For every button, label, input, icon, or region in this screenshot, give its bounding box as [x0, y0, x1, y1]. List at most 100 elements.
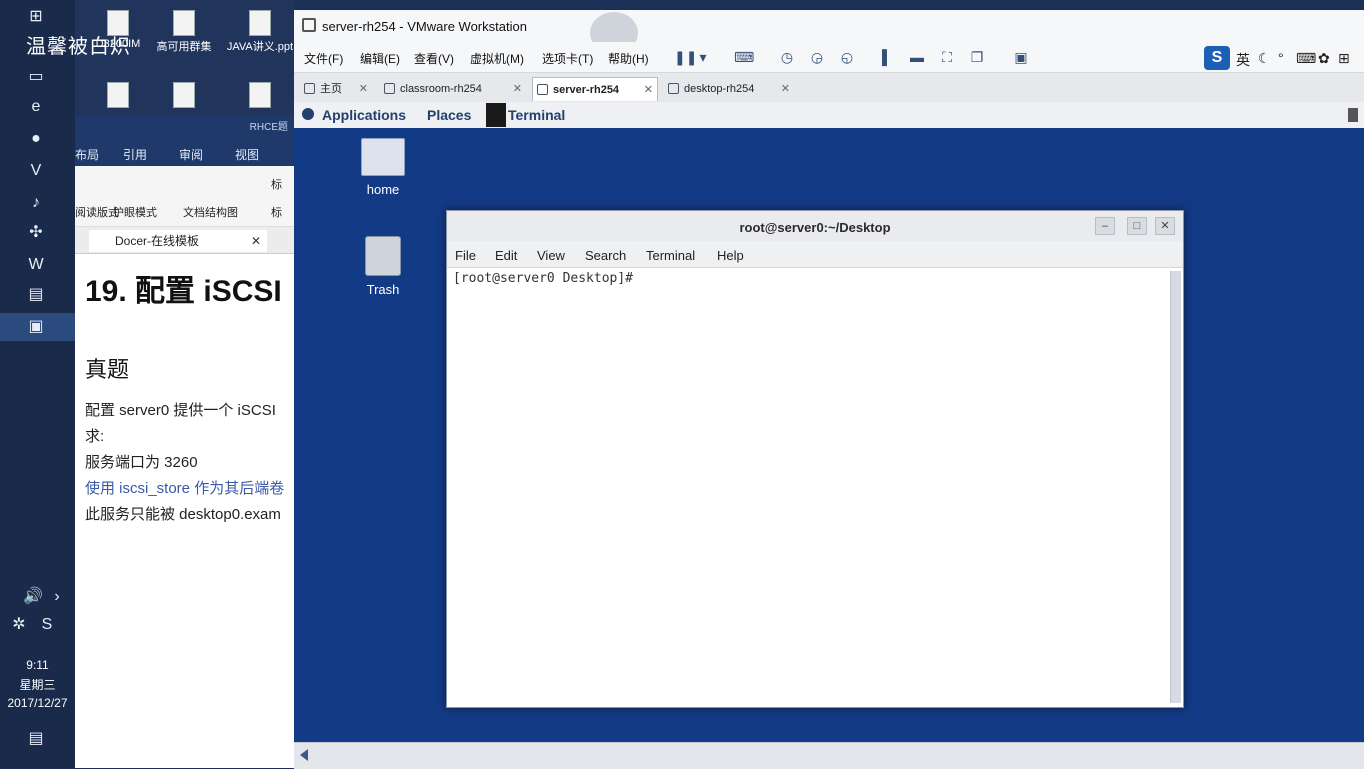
- vm-icon: [384, 83, 395, 94]
- music-icon[interactable]: ♪: [25, 192, 47, 214]
- minimize-button[interactable]: –: [1095, 217, 1115, 235]
- console-view-icon[interactable]: ▬: [908, 48, 926, 66]
- clock-time[interactable]: 9:11: [0, 658, 75, 672]
- ime-mode-label[interactable]: 英: [1236, 50, 1250, 70]
- snapshot-manager-icon[interactable]: ◵: [838, 48, 856, 66]
- maximize-button[interactable]: □: [1127, 217, 1147, 235]
- snapshot-icon[interactable]: ◷: [778, 48, 796, 66]
- desktop-icon-cluster[interactable]: 高可用群集: [149, 10, 219, 54]
- file-explorer-icon[interactable]: ▭: [25, 66, 47, 88]
- desktop-icon-file-2[interactable]: [149, 82, 219, 110]
- ruler-checkbox-label-2[interactable]: 标: [271, 204, 282, 220]
- terminal-icon: [486, 103, 506, 127]
- desktop-icon-label: home: [366, 182, 400, 197]
- fullscreen-icon[interactable]: ⛶: [938, 48, 956, 66]
- thumbnail-view-icon[interactable]: ▣: [1012, 48, 1030, 66]
- applications-menu[interactable]: Applications: [322, 107, 406, 123]
- action-center-icon[interactable]: ▤: [25, 728, 47, 750]
- ppt-file-icon: [249, 10, 271, 36]
- skin-icon[interactable]: ✿: [1318, 50, 1330, 67]
- terminal-body[interactable]: [root@server0 Desktop]#: [447, 269, 1169, 705]
- power-icon[interactable]: [1348, 108, 1358, 122]
- toolbox-icon[interactable]: ⊞: [1338, 50, 1350, 67]
- send-keys-icon[interactable]: ⌨: [734, 48, 754, 66]
- window-title: server-rh254 - VMware Workstation: [322, 19, 527, 34]
- desktop-icon-word-1[interactable]: [83, 82, 153, 110]
- close-button[interactable]: ✕: [1155, 217, 1175, 235]
- tray-app-icon[interactable]: ✲: [8, 614, 30, 636]
- network-icon[interactable]: ✣: [25, 222, 47, 244]
- unity-icon[interactable]: ❐: [968, 48, 986, 66]
- arrow-left-icon[interactable]: [300, 749, 308, 761]
- word-menu-layout[interactable]: 布局: [75, 146, 99, 163]
- menu-help[interactable]: 帮助(H): [608, 50, 649, 67]
- vm-icon[interactable]: V: [25, 160, 47, 182]
- ie-browser-icon[interactable]: e: [25, 96, 47, 118]
- revert-snapshot-icon[interactable]: ◶: [808, 48, 826, 66]
- terminal-menu-search[interactable]: Search: [585, 248, 626, 263]
- wps-writer-icon[interactable]: W: [25, 254, 47, 276]
- keyboard-icon[interactable]: ⌨: [1296, 50, 1316, 67]
- ruler-checkbox-label[interactable]: 标: [271, 176, 282, 192]
- tab-desktop[interactable]: desktop-rh254 ✕: [664, 77, 794, 101]
- vmware-status-bar: [294, 742, 1364, 769]
- desktop-icon-label: JAVA讲义.ppt: [226, 41, 294, 53]
- chevron-right-icon[interactable]: ›: [46, 586, 68, 608]
- terminal-app-menu[interactable]: Terminal: [508, 107, 565, 123]
- tab-label: 主页: [320, 83, 342, 95]
- terminal-menu-help[interactable]: Help: [717, 248, 744, 263]
- terminal-scrollbar[interactable]: [1170, 271, 1181, 703]
- menu-vm[interactable]: 虚拟机(M): [470, 50, 524, 67]
- file-icon: [173, 10, 195, 36]
- desktop-icon-home[interactable]: home: [353, 138, 413, 197]
- app-icon[interactable]: ●: [25, 128, 47, 150]
- terminal-menu-terminal[interactable]: Terminal: [646, 248, 695, 263]
- sogou-tray-icon[interactable]: S: [36, 614, 58, 636]
- document-map-button[interactable]: 文档结构图: [183, 204, 238, 220]
- desktop-icon-java-ppt[interactable]: JAVA讲义.ppt: [225, 10, 295, 54]
- pause-icon[interactable]: ❚❚: [674, 48, 697, 66]
- desktop-icon-word-3[interactable]: [225, 82, 295, 110]
- menu-file[interactable]: 文件(F): [304, 50, 343, 67]
- gnome-foot-icon: [302, 108, 314, 120]
- word-file-icon: [107, 82, 129, 108]
- menu-tabs[interactable]: 选项卡(T): [542, 50, 593, 67]
- vmware-taskbar-icon[interactable]: ▣: [25, 316, 47, 338]
- menu-view[interactable]: 查看(V): [414, 50, 454, 67]
- places-menu[interactable]: Places: [427, 107, 471, 123]
- chevron-down-icon[interactable]: ▾: [694, 48, 712, 66]
- menu-edit[interactable]: 编辑(E): [360, 50, 400, 67]
- guest-screen[interactable]: Applications Places Terminal home Trash …: [294, 102, 1364, 742]
- document-body[interactable]: 19. 配置 iSCSI 真题 配置 server0 提供一个 iSCSI 求:…: [75, 266, 294, 528]
- desktop-icon-trash[interactable]: Trash: [353, 236, 413, 297]
- terminal-menu-edit[interactable]: Edit: [495, 248, 517, 263]
- close-icon[interactable]: ✕: [513, 77, 522, 101]
- desktop-icon-label: 高可用群集: [156, 41, 212, 53]
- word-menu-bar: 布局 引用 审阅 视图: [75, 140, 294, 166]
- terminal-menu-view[interactable]: View: [537, 248, 565, 263]
- moon-icon[interactable]: ☾: [1258, 50, 1271, 67]
- sidebar-toggle-icon[interactable]: ▌: [878, 48, 896, 66]
- close-icon[interactable]: ✕: [644, 78, 653, 102]
- tab-classroom[interactable]: classroom-rh254 ✕: [380, 77, 526, 101]
- close-icon[interactable]: ✕: [781, 77, 790, 101]
- tab-server[interactable]: server-rh254 ✕: [532, 77, 658, 101]
- doc-line: 配置 server0 提供一个 iSCSI: [85, 402, 276, 419]
- protect-eye-mode-button[interactable]: 护眼模式: [113, 204, 157, 220]
- word-menu-review[interactable]: 审阅: [179, 146, 203, 163]
- tab-docer-templates[interactable]: Docer-在线模板 ✕: [89, 230, 267, 252]
- close-icon[interactable]: ✕: [359, 77, 368, 101]
- document-icon[interactable]: ▤: [25, 284, 47, 306]
- terminal-title-bar[interactable]: root@server0:~/Desktop – □ ✕: [447, 211, 1183, 241]
- close-icon[interactable]: ✕: [251, 230, 261, 252]
- ime-toolbar: S 英 ☾ ° ⌨ ✿ ⊞: [1204, 46, 1364, 70]
- word-menu-references[interactable]: 引用: [123, 146, 147, 163]
- word-menu-view[interactable]: 视图: [235, 146, 259, 163]
- terminal-menu-file[interactable]: File: [455, 248, 476, 263]
- home-icon: [304, 83, 315, 94]
- windows-start-icon[interactable]: ⊞: [25, 6, 47, 28]
- tab-home[interactable]: 主页 ✕: [300, 77, 372, 101]
- sogou-ime-icon[interactable]: S: [1204, 46, 1230, 70]
- punctuation-icon[interactable]: °: [1278, 50, 1284, 66]
- volume-icon[interactable]: 🔊: [22, 586, 44, 608]
